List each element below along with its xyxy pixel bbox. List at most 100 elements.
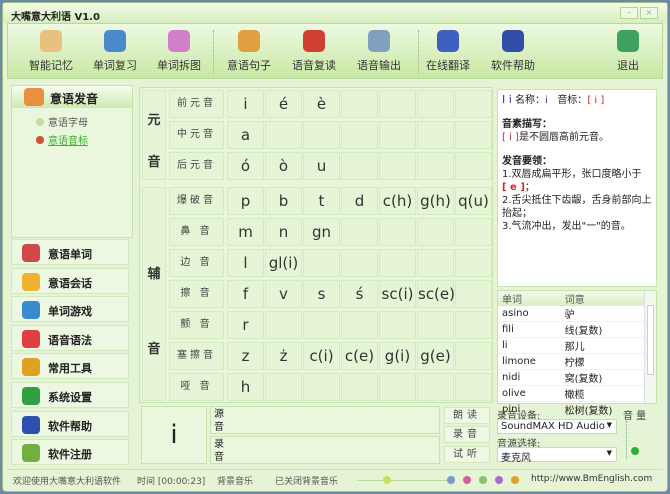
phoneme-cell[interactable]: gn [303,218,340,246]
toolbar-button-3[interactable]: 意语句子 [218,28,280,73]
toolbar-button-2[interactable]: 单词拆图 [148,28,210,73]
phoneme-cell[interactable]: p [227,187,264,215]
word-row[interactable]: asino 驴 [498,306,644,322]
empty-cell [265,121,302,149]
bgm-label: 背景音乐 [217,477,254,487]
device-select[interactable]: SoundMAX HD Audio ▼ [497,419,617,434]
close-button[interactable]: × [640,7,658,19]
theme-pink-button[interactable] [463,476,471,484]
empty-cell [341,218,378,246]
sidebar-button-1[interactable]: 意语会话 [11,267,129,294]
notebook-icon [104,30,126,52]
toolbar-button-1[interactable]: 单词复习 [84,28,146,73]
phoneme-cell[interactable]: ż [265,342,302,370]
toolbar-button-5[interactable]: 语音输出 [348,28,410,73]
row-label: 哑 音 [169,373,224,401]
word-list-scrollbar[interactable] [644,291,656,403]
sidebar-button-0[interactable]: 意语单词 [11,239,129,265]
theme-green-button[interactable] [479,476,487,484]
source-select[interactable]: 麦克风 ▼ [497,447,617,464]
book-icon [40,30,62,52]
group-label-bottom: 音 [147,155,161,170]
website-link[interactable]: http://www.BmEnglish.com [531,474,652,484]
scroll-thumb[interactable] [647,305,654,375]
phoneme-cell[interactable]: s [303,280,340,308]
source-audio-track: 源音 [210,406,440,434]
phoneme-cell[interactable]: ś [341,280,378,308]
phoneme-cell[interactable]: sc(e) [417,280,455,308]
sidebar-header-pronunciation[interactable]: 意语发音 [12,86,132,108]
phoneme-cell[interactable]: g(i) [379,342,416,370]
phoneme-cell[interactable]: d [341,187,378,215]
empty-cell [303,249,340,277]
phoneme-cell[interactable]: m [227,218,264,246]
word-row[interactable]: fili 线(复数) [498,321,644,338]
sidebar-button-4[interactable]: 常用工具 [11,353,129,380]
word-cell: fili [498,321,561,338]
phoneme-cell[interactable]: ò [265,152,302,180]
empty-cell [379,90,416,118]
toolbar-button-0[interactable]: 智能记忆 [20,28,82,73]
phoneme-cell[interactable]: è [303,90,340,118]
phoneme-cell[interactable]: n [265,218,302,246]
phoneme-cell[interactable]: b [265,187,302,215]
word-row[interactable]: li 那儿 [498,337,644,354]
phoneme-cell[interactable]: u [303,152,340,180]
source-label: 音 [214,422,224,433]
name-value: i [544,95,548,106]
record-button[interactable]: 录音 [444,426,490,443]
music-volume-slider[interactable] [383,476,391,484]
sidebar-button-5[interactable]: 系统设置 [11,382,129,408]
phoneme-cell[interactable]: q(u) [455,187,492,215]
row-label: 鼻 音 [169,218,224,246]
group-label: 元音 [142,90,166,180]
phoneme-cell[interactable]: g(h) [417,187,454,215]
sidebar-button-7[interactable]: 软件注册 [11,439,129,466]
word-row[interactable]: olive 橄榄 [498,385,644,402]
phoneme-cell[interactable]: i [227,90,264,118]
phoneme-cell[interactable]: v [265,280,302,308]
phoneme-cell[interactable]: l [227,249,264,277]
theme-orange-button[interactable] [511,476,519,484]
phoneme-cell[interactable]: é [265,90,302,118]
word-cell: limone [498,353,561,370]
phoneme-cell[interactable]: t [303,187,340,215]
read-aloud-button[interactable]: 朗读 [444,407,490,424]
sidebar-button-6[interactable]: 软件帮助 [11,410,129,437]
sidebar-button-3[interactable]: 语音语法 [11,324,129,351]
phoneme-cell[interactable]: a [227,121,264,149]
welcome-text: 欢迎使用大嘴意大利语软件 [13,477,122,487]
sidebar-item-phonetics[interactable]: 意语音标 [36,132,88,147]
phoneme-cell[interactable]: c(i) [303,342,340,370]
toolbar-button-4[interactable]: 语音复读 [283,28,345,73]
volume-slider[interactable] [631,447,639,455]
phoneme-cell[interactable]: g(e) [417,342,454,370]
letter-display: I i [502,93,512,106]
minimize-button[interactable]: – [620,7,638,19]
phoneme-cell[interactable]: f [227,280,264,308]
word-row[interactable]: limone 柠檬 [498,353,644,370]
phoneme-cell[interactable]: z [227,342,264,370]
phoneme-cell[interactable]: ó [227,152,264,180]
playback-button[interactable]: 试听 [444,446,490,463]
toolbar-button-7[interactable]: 软件帮助 [482,28,544,73]
toolbar-button-label: 智能记忆 [29,59,73,72]
phoneme-cell[interactable]: gl(i) [265,249,302,277]
phoneme-cell[interactable]: c(h) [379,187,416,215]
column-header-word[interactable]: 单词 [498,291,561,306]
theme-purple-button[interactable] [495,476,503,484]
column-header-meaning[interactable]: 词意 [560,291,644,306]
phoneme-cell[interactable]: sc(i) [379,280,416,308]
theme-blue-button[interactable] [447,476,455,484]
meaning-cell: 那儿 [560,337,644,354]
phoneme-cell[interactable]: c(e) [341,342,378,370]
word-row[interactable]: nidi 窝(复数) [498,369,644,386]
phoneme-cell[interactable]: h [227,373,264,401]
toolbar-button-8[interactable]: 退出 [597,28,659,73]
sidebar-button-2[interactable]: 单词游戏 [11,296,129,323]
sidebar-item-label: 意语音标 [48,136,88,147]
toolbar-button-label: 意语句子 [227,59,271,72]
sidebar-item-alphabet[interactable]: 意语字母 [36,114,88,129]
toolbar-button-6[interactable]: 在线翻译 [417,28,479,73]
phoneme-cell[interactable]: r [227,311,264,339]
